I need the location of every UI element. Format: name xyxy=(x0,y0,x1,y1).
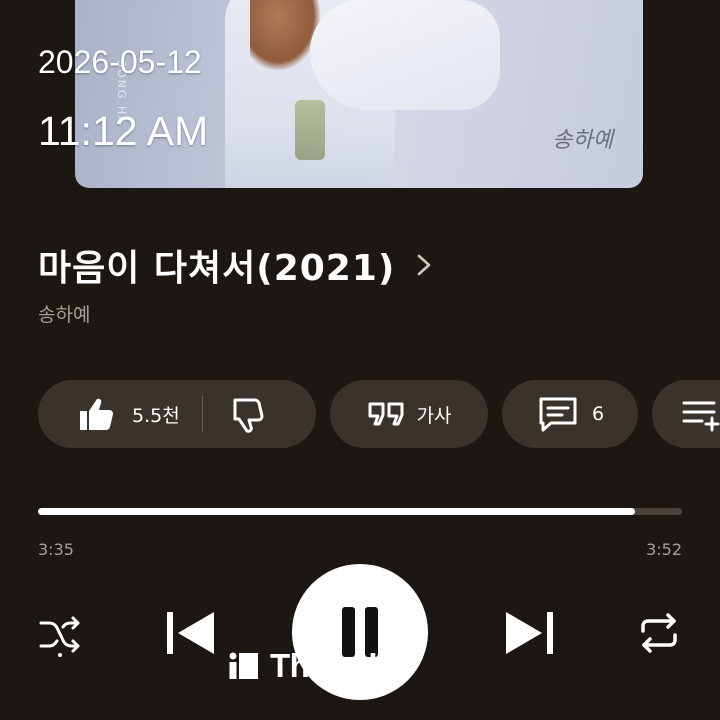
overlay-time: 11:12 AM xyxy=(38,108,209,154)
chevron-right-icon xyxy=(418,254,431,276)
shuffle-button[interactable] xyxy=(36,610,84,658)
progress-bar[interactable] xyxy=(38,508,682,515)
album-art[interactable]: SONG HA 송하예 xyxy=(75,0,643,188)
repeat-icon xyxy=(641,613,677,653)
like-dislike-chip: 5.5천 xyxy=(38,380,316,448)
threads-watermark: Threads xyxy=(228,646,395,686)
dislike-button[interactable] xyxy=(227,394,267,434)
like-count: 5.5천 xyxy=(132,404,180,427)
next-button[interactable] xyxy=(500,605,560,661)
song-title-row[interactable]: 마음이 다쳐서(2021) xyxy=(38,240,433,290)
lyrics-label: 가사 xyxy=(416,404,452,427)
quote-icon xyxy=(368,402,404,426)
playlist-add-icon xyxy=(682,401,720,432)
progress-bar-fill xyxy=(38,508,635,515)
like-button[interactable]: 5.5천 xyxy=(38,394,180,434)
overlay-date: 2026-05-12 xyxy=(38,44,202,80)
threads-logo-icon xyxy=(229,652,258,679)
album-art-hair xyxy=(250,0,320,70)
chip-divider xyxy=(201,396,203,432)
album-art-signature: 송하예 xyxy=(552,128,613,153)
thumbs-down-icon xyxy=(233,398,264,433)
watermark-text: Threads xyxy=(270,647,395,684)
lyrics-button[interactable]: 가사 xyxy=(330,380,488,448)
skip-previous-icon xyxy=(167,612,214,654)
save-to-playlist-button[interactable] xyxy=(652,380,720,448)
shuffle-icon xyxy=(39,616,80,657)
elapsed-time: 3:35 xyxy=(38,540,74,559)
total-time: 3:52 xyxy=(646,540,682,559)
comments-button[interactable]: 6 xyxy=(502,380,638,448)
album-art-arm xyxy=(310,0,500,110)
song-title: 마음이 다쳐서(2021) xyxy=(38,248,396,289)
album-art-flowers xyxy=(295,100,325,160)
repeat-button[interactable] xyxy=(634,608,684,658)
previous-button[interactable] xyxy=(160,605,220,661)
comment-count: 6 xyxy=(591,403,605,425)
artist-name[interactable]: 송하예 xyxy=(38,300,90,327)
thumbs-up-icon xyxy=(80,398,113,430)
comment-icon xyxy=(539,397,577,432)
skip-next-icon xyxy=(506,612,553,654)
